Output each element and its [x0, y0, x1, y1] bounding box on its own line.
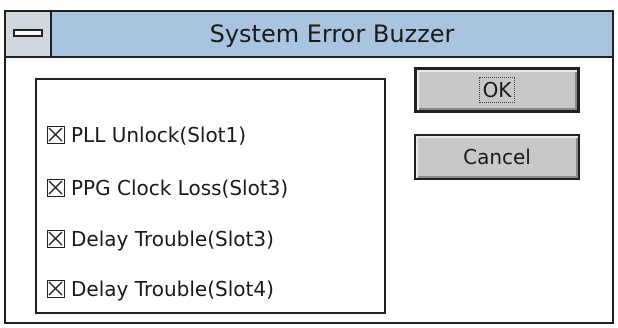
ok-button-label: OK: [478, 77, 516, 103]
checkbox-label: PLL Unlock(Slot1): [71, 123, 247, 147]
buzzer-options-group: PLL Unlock(Slot1) PPG Clock Loss(Slot3) …: [35, 78, 386, 314]
checked-checkbox-icon[interactable]: [47, 126, 65, 144]
checkbox-delay-trouble-slot4[interactable]: Delay Trouble(Slot4): [47, 273, 274, 305]
title-bar[interactable]: System Error Buzzer: [6, 12, 612, 58]
checkbox-delay-trouble-slot3[interactable]: Delay Trouble(Slot3): [47, 223, 274, 255]
checkbox-pll-unlock-slot1[interactable]: PLL Unlock(Slot1): [47, 119, 246, 151]
cancel-button[interactable]: Cancel: [414, 134, 580, 180]
checkbox-label: PPG Clock Loss(Slot3): [71, 176, 289, 200]
checkbox-ppg-clock-loss-slot3[interactable]: PPG Clock Loss(Slot3): [47, 172, 288, 204]
checkbox-label: Delay Trouble(Slot3): [71, 227, 274, 251]
checkbox-label: Delay Trouble(Slot4): [71, 277, 274, 301]
checked-checkbox-icon[interactable]: [47, 280, 65, 298]
system-menu-button[interactable]: [6, 12, 52, 56]
checked-checkbox-icon[interactable]: [47, 179, 65, 197]
window-title: System Error Buzzer: [209, 20, 455, 48]
minus-icon: [13, 29, 43, 37]
checked-checkbox-icon[interactable]: [47, 230, 65, 248]
cancel-button-label: Cancel: [463, 145, 531, 169]
system-error-buzzer-dialog: System Error Buzzer PLL Unlock(Slot1) PP…: [4, 10, 614, 324]
ok-button[interactable]: OK: [414, 67, 580, 113]
